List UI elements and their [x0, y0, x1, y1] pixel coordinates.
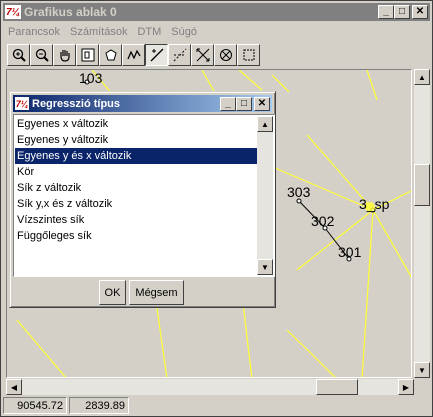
list-item[interactable]: Sík z változik: [15, 180, 257, 196]
cross-arrows-button[interactable]: [191, 44, 214, 66]
map-line: [286, 329, 336, 377]
scroll-left-button[interactable]: ◀: [6, 379, 22, 395]
list-item[interactable]: Vízszintes sík: [15, 212, 257, 228]
map-line: [271, 74, 290, 93]
cross-arrows-icon: [196, 48, 209, 62]
minimize-button[interactable]: _: [378, 5, 394, 19]
map-line: [238, 70, 263, 91]
horizontal-scroll-thumb[interactable]: [316, 379, 358, 395]
main-window: 7¼ Grafikus ablak 0 _ □ ✕ Parancsok Szám…: [0, 0, 433, 417]
polygon-icon: [219, 49, 232, 61]
zoom-extents-button[interactable]: [99, 44, 122, 66]
line-select-button[interactable]: [145, 44, 168, 66]
route-icon: [126, 49, 141, 60]
maximize-button[interactable]: □: [394, 5, 410, 19]
menu-sugo[interactable]: Súgó: [166, 26, 202, 38]
map-line: [366, 70, 378, 101]
cancel-button[interactable]: Mégsem: [129, 280, 184, 305]
zoom-window-icon: [81, 48, 94, 62]
arrow-left-icon: ◀: [10, 382, 18, 392]
list-scrollbar[interactable]: ▲ ▼: [257, 116, 273, 275]
arrow-right-icon: ▶: [402, 382, 410, 392]
close-button[interactable]: ✕: [412, 5, 428, 19]
map-line: [296, 209, 374, 271]
zoom-extents-icon: [104, 49, 117, 61]
scroll-down-button[interactable]: ▼: [414, 362, 430, 378]
route-button[interactable]: [122, 44, 145, 66]
arrow-up-icon: ▲: [418, 72, 426, 82]
status-y-coordinate: 2839.89: [69, 397, 129, 414]
point-label: 3_sp: [359, 196, 390, 212]
rectangle-select-icon: [243, 49, 254, 61]
dialog-title: Regresszió típus: [32, 97, 121, 110]
regression-type-dialog: 7¼ Regresszió típus _ □ ✕ Egyenes x vált…: [9, 91, 276, 308]
zoom-in-icon: [12, 48, 26, 62]
app-icon: 7¼: [5, 5, 21, 19]
polygon-button[interactable]: [214, 44, 237, 66]
arrow-down-icon: ▼: [261, 262, 269, 272]
menu-szamitasok[interactable]: Számítások: [65, 26, 132, 38]
zoom-out-button[interactable]: [30, 44, 53, 66]
map-line: [156, 307, 168, 377]
regression-type-list[interactable]: Egyenes x változik Egyenes y változik Eg…: [13, 114, 275, 277]
menu-dtm[interactable]: DTM: [132, 26, 166, 38]
line-select-icon: [150, 48, 163, 62]
dialog-maximize-button[interactable]: □: [236, 97, 252, 111]
scroll-right-button[interactable]: ▶: [398, 379, 414, 395]
dashed-line-icon: [173, 48, 186, 62]
dialog-title-bar[interactable]: 7¼ Regresszió típus _ □ ✕: [13, 95, 272, 112]
ok-button[interactable]: OK: [99, 280, 126, 305]
map-line: [361, 209, 374, 377]
zoom-out-icon: [35, 48, 49, 62]
horizontal-scrollbar[interactable]: ◀ ▶: [6, 379, 414, 395]
dialog-close-button[interactable]: ✕: [254, 97, 270, 111]
pan-button[interactable]: [53, 44, 76, 66]
list-item-selected[interactable]: Egyenes y és x változik: [15, 148, 257, 164]
point-label: 302: [311, 213, 335, 229]
menu-bar: Parancsok Számítások DTM Súgó: [3, 22, 430, 41]
title-bar[interactable]: 7¼ Grafikus ablak 0 _ □ ✕: [3, 3, 430, 21]
scroll-up-button[interactable]: ▲: [414, 69, 430, 85]
status-x-coordinate: 90545.72: [3, 397, 67, 414]
menu-parancsok[interactable]: Parancsok: [3, 26, 65, 38]
zoom-in-button[interactable]: [7, 44, 30, 66]
list-scroll-up-button[interactable]: ▲: [257, 116, 273, 132]
list-item[interactable]: Egyenes x változik: [15, 116, 257, 132]
map-line: [372, 209, 411, 278]
toolbar: [7, 44, 260, 66]
arrow-up-icon: ▲: [261, 119, 269, 129]
rectangle-select-button[interactable]: [237, 44, 260, 66]
list-item[interactable]: Egyenes y változik: [15, 132, 257, 148]
list-item[interactable]: Sík y,x és z változik: [15, 196, 257, 212]
dashed-line-button[interactable]: [168, 44, 191, 66]
window-title: Grafikus ablak 0: [24, 5, 117, 19]
point-label: 103: [79, 70, 103, 86]
map-line: [16, 319, 67, 377]
dialog-minimize-button[interactable]: _: [220, 97, 236, 111]
list-item[interactable]: Kör: [15, 164, 257, 180]
vertical-scrollbar[interactable]: ▲ ▼: [414, 69, 430, 378]
list-item[interactable]: Függőleges sík: [15, 228, 257, 244]
point-label: 301: [338, 244, 362, 260]
arrow-down-icon: ▼: [418, 365, 426, 375]
vertical-scroll-thumb[interactable]: [414, 164, 430, 206]
list-scroll-down-button[interactable]: ▼: [257, 259, 273, 275]
pan-hand-icon: [59, 50, 70, 62]
dialog-app-icon: 7¼: [15, 97, 29, 110]
point-label: 303: [287, 184, 311, 200]
status-bar: 90545.72 2839.89: [3, 397, 430, 415]
zoom-window-button[interactable]: [76, 44, 99, 66]
